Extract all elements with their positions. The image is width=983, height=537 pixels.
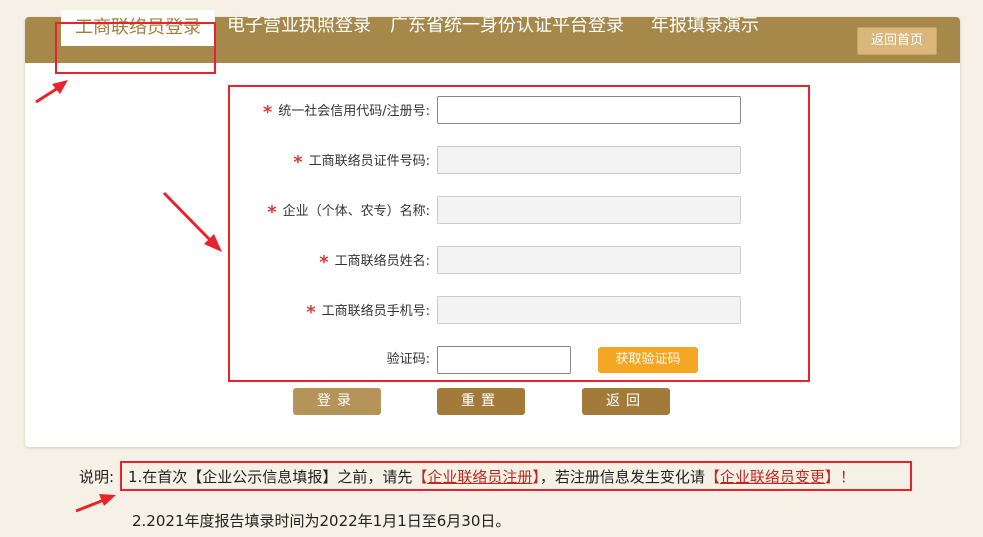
tab-e-license-login[interactable]: 电子营业执照登录	[227, 0, 371, 46]
notes-label: 说明:	[79, 468, 115, 486]
contact-register-link[interactable]: 企业联络员注册	[427, 468, 532, 486]
login-panel	[25, 17, 960, 447]
arrow-to-note	[75, 494, 116, 513]
back-button[interactable]: 返回	[582, 388, 670, 415]
contact-name-input[interactable]	[437, 246, 741, 274]
tab-contact-login[interactable]: 工商联络员登录	[61, 10, 215, 46]
captcha-label: 验证码:	[386, 352, 430, 367]
phone-input[interactable]	[437, 296, 741, 324]
required-mark: *	[306, 302, 316, 323]
id-number-row: * 工商联络员证件号码:	[230, 146, 790, 174]
note-line-2: 2.2021年度报告填录时间为2022年1月1日至6月30日。	[132, 512, 511, 530]
credit-code-input[interactable]	[437, 96, 741, 124]
required-mark: *	[267, 202, 277, 223]
id-number-input[interactable]	[437, 146, 741, 174]
company-name-input[interactable]	[437, 196, 741, 224]
captcha-input[interactable]	[437, 346, 571, 374]
note-line-1: 1.在首次【企业公示信息填报】之前，请先【企业联络员注册】，若注册信息发生变化请…	[128, 468, 855, 486]
phone-row: * 工商联络员手机号:	[230, 296, 790, 324]
contact-change-link[interactable]: 企业联络员变更	[720, 468, 825, 486]
required-mark: *	[262, 102, 273, 123]
required-mark: *	[319, 252, 329, 273]
tab-guangdong-identity-login[interactable]: 广东省统一身份认证平台登录	[390, 0, 624, 46]
credit-code-row: * 统一社会信用代码/注册号:	[230, 96, 790, 124]
contact-name-row: * 工商联络员姓名:	[230, 246, 790, 274]
return-home-button[interactable]: 返回首页	[857, 27, 937, 55]
captcha-row: 验证码: 获取验证码	[230, 346, 790, 374]
reset-button[interactable]: 重置	[437, 388, 525, 415]
required-mark: *	[293, 152, 303, 173]
contact-name-label: * 工商联络员姓名:	[319, 252, 430, 273]
id-number-label: * 工商联络员证件号码:	[293, 152, 430, 173]
tab-annual-report-demo[interactable]: 年报填录演示	[651, 0, 759, 46]
credit-code-label: * 统一社会信用代码/注册号:	[262, 102, 430, 123]
get-code-button[interactable]: 获取验证码	[598, 347, 698, 373]
company-name-row: * 企业（个体、农专）名称:	[230, 196, 790, 224]
login-button[interactable]: 登录	[293, 388, 381, 415]
phone-label: * 工商联络员手机号:	[306, 302, 430, 323]
company-name-label: * 企业（个体、农专）名称:	[267, 202, 430, 223]
